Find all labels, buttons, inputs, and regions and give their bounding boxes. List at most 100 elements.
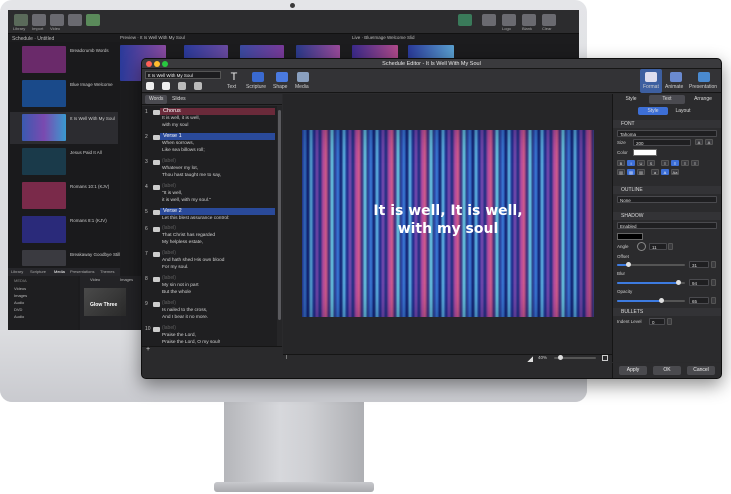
slide-line-text[interactable]: Whatever my lot, (162, 166, 198, 171)
bullets-section-header[interactable]: BULLETS (613, 308, 721, 316)
clear-icon[interactable] (542, 14, 556, 26)
media-tab[interactable]: Video (90, 277, 100, 282)
opacity-stepper[interactable] (711, 297, 716, 304)
logo-toggle-icon[interactable] (502, 14, 516, 26)
slide-row[interactable]: 2 Verse 1 When sorrows, Like sea billows ro… (142, 133, 277, 158)
case-upper-button[interactable]: A (661, 169, 669, 175)
schedule-item[interactable]: Jesus Paid It All (10, 146, 118, 178)
slide-line-text[interactable]: Is nailed to the cross, (162, 308, 207, 313)
scroll-thumb[interactable] (278, 110, 281, 320)
case-button[interactable]: a (651, 169, 659, 175)
shadow-opacity-knob[interactable] (658, 298, 664, 303)
slide-line-text[interactable]: For my soul. (162, 265, 188, 270)
tree-item[interactable]: DVD (14, 307, 22, 312)
indent-stepper[interactable] (667, 318, 672, 325)
slide-line-text[interactable]: My helpless estate, (162, 240, 203, 245)
slide-line-text[interactable]: "It is well, (162, 191, 182, 196)
output-icon[interactable] (482, 14, 496, 26)
slide-row[interactable]: 6 (label) That Christ has regarded My helpl… (142, 225, 277, 250)
slide-line-text[interactable]: Like sea billows roll; (162, 148, 205, 153)
shadow-opacity-field[interactable]: 65 (689, 297, 709, 304)
slides-scrollbar[interactable] (277, 106, 282, 346)
font-size-field[interactable]: 200 (633, 139, 691, 146)
slide-row[interactable]: 9 (label) Is nailed to the cross, And I bea… (142, 300, 277, 325)
shadow-blur-field[interactable]: 94 (689, 279, 709, 286)
apply-button[interactable]: Apply (619, 366, 647, 375)
slide-text-box[interactable]: It is well, It is well, with my soul (302, 202, 594, 238)
slide-canvas[interactable]: It is well, It is well, with my soul (302, 130, 594, 317)
theme-icon[interactable] (178, 82, 186, 90)
underline-button[interactable]: U (637, 160, 645, 166)
align-left-button[interactable]: ≡ (661, 160, 669, 166)
slide-line-text[interactable]: That Christ has regarded (162, 233, 215, 238)
shadow-offset-knob[interactable] (626, 262, 632, 267)
tab-words[interactable]: Words (145, 95, 168, 104)
subtab-style[interactable]: Style (638, 107, 668, 115)
ok-button[interactable]: OK (653, 366, 681, 375)
shadow-angle-field[interactable]: 11 (649, 243, 667, 250)
blank-toggle-icon[interactable] (522, 14, 536, 26)
outline-select[interactable]: None (617, 196, 717, 203)
italic-button[interactable]: I (627, 160, 635, 166)
font-family-select[interactable]: Tahoma (617, 130, 717, 137)
cancel-button[interactable]: Cancel (687, 366, 715, 375)
shadow-offset-field[interactable]: 31 (689, 261, 709, 268)
tab-arrange[interactable]: Arrange (685, 95, 721, 104)
library-tab[interactable]: Library (11, 269, 23, 274)
slide-row[interactable]: 1 Chorus It is well, it is well, with my so… (142, 108, 277, 133)
media-icon[interactable] (297, 72, 309, 82)
slide-line-text[interactable]: Thou hast taught me to say, (162, 173, 221, 178)
indent-level-field[interactable]: 0 (649, 318, 665, 325)
shadow-section-header[interactable]: SHADOW (613, 212, 721, 220)
slide-line-text[interactable]: And hath shed His own blood (162, 258, 224, 263)
blur-stepper[interactable] (711, 279, 716, 286)
new-slide-icon[interactable] (146, 82, 154, 90)
slide-group-label[interactable]: Verse 1 (160, 133, 275, 140)
library-tab[interactable]: Themes (100, 269, 114, 274)
undo-icon[interactable] (194, 82, 202, 90)
add-slide-icon[interactable]: + (146, 346, 150, 353)
font-color-swatch[interactable] (633, 149, 657, 156)
tree-item[interactable]: Audio (14, 300, 24, 305)
slide-row[interactable]: 3 (label) Whatever my lot, Thou hast taught… (142, 158, 277, 183)
angle-stepper[interactable] (668, 243, 673, 250)
strikethrough-button[interactable]: S (647, 160, 655, 166)
tab-text[interactable]: Text (649, 95, 685, 104)
status-icon[interactable] (458, 14, 472, 26)
blank-icon[interactable] (86, 14, 100, 26)
slide-line-text[interactable]: it is well, with my soul." (162, 198, 211, 203)
slide-line-text[interactable]: My sin not in part (162, 283, 199, 288)
slide-row[interactable]: 8 (label) My sin not in part But the whole (142, 275, 277, 300)
zoom-slider-knob[interactable] (558, 355, 563, 360)
slide-icon[interactable] (162, 82, 170, 90)
library-icon[interactable] (14, 14, 28, 26)
import-icon[interactable] (32, 14, 46, 26)
align-right-button[interactable]: ≡ (681, 160, 689, 166)
library-tab[interactable]: Presentations (70, 269, 94, 274)
shadow-blur-knob[interactable] (675, 280, 681, 285)
slide-line-text[interactable]: When sorrows, (162, 141, 194, 146)
text-icon[interactable]: T (228, 72, 240, 83)
tab-style[interactable]: Style (613, 95, 649, 104)
slide-line-text[interactable]: It is well, it is well, (162, 116, 200, 121)
outline-section-header[interactable]: OUTLINE (613, 186, 721, 194)
schedule-item[interactable]: Romans 8:1 (KJV) (10, 214, 118, 246)
slide-row[interactable]: 4 (label) "It is well, it is well, with my … (142, 183, 277, 208)
valign-top-button[interactable]: ▤ (617, 169, 625, 175)
library-tab[interactable]: Media (54, 269, 65, 274)
schedule-item[interactable]: Breakaway Goodbye Still (10, 248, 120, 266)
video-icon[interactable] (50, 14, 64, 26)
tree-item[interactable]: Audio (14, 314, 24, 319)
slide-group-label[interactable]: Verse 2 (160, 208, 275, 215)
slide-line-text[interactable]: with my soul (162, 123, 188, 128)
slide-row[interactable]: 5 Verse 2 Let this blest assurance control… (142, 208, 277, 225)
bold-button[interactable]: B (617, 160, 625, 166)
angle-dial[interactable] (637, 242, 646, 251)
offset-stepper[interactable] (711, 261, 716, 268)
logo-icon[interactable] (68, 14, 82, 26)
subtab-layout[interactable]: Layout (668, 107, 698, 115)
align-justify-button[interactable]: ≡ (691, 160, 699, 166)
tab-slides[interactable]: Slides (168, 95, 190, 104)
animate-icon[interactable] (670, 72, 682, 82)
schedule-item[interactable]: Blue Image Welcome (10, 78, 118, 110)
